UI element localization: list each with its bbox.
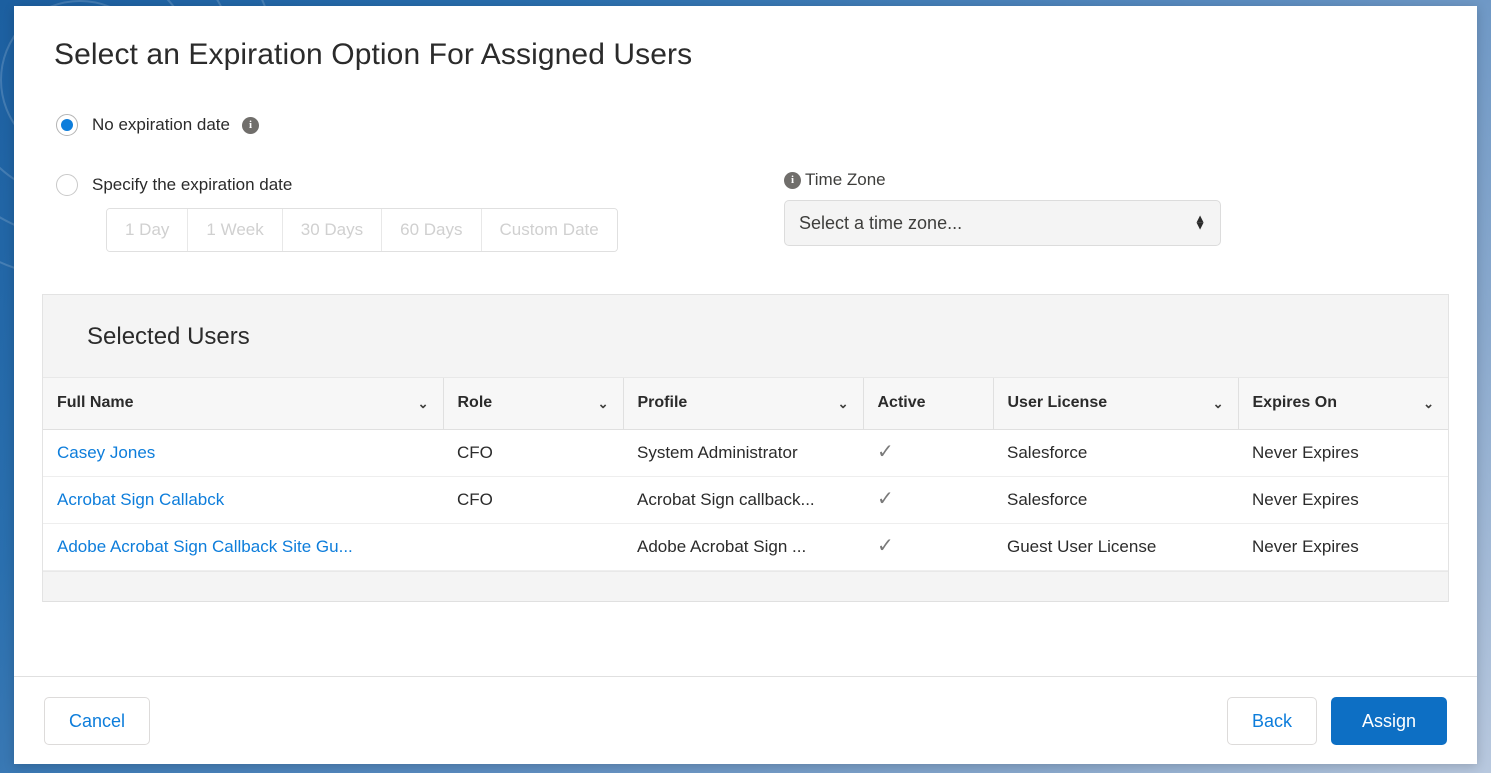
user-link[interactable]: Casey Jones: [57, 443, 155, 462]
column-header-full-name[interactable]: Full Name ⌄: [43, 378, 444, 430]
column-label: Expires On: [1252, 394, 1337, 412]
radio-option-specify-date[interactable]: Specify the expiration date: [56, 170, 1457, 200]
table-header-row: Full Name ⌄ Role ⌄ Profile ⌄ Active User…: [43, 378, 1448, 430]
preset-1-week[interactable]: 1 Week: [188, 209, 283, 251]
footer-right-actions: Back Assign: [1226, 696, 1447, 745]
preset-30-days[interactable]: 30 Days: [282, 209, 383, 251]
cell-expires-on: Never Expires: [1238, 476, 1448, 524]
cell-expires-on: Never Expires: [1238, 429, 1448, 477]
assign-button[interactable]: Assign: [1330, 696, 1447, 745]
cell-full-name: Acrobat Sign Callabck: [43, 476, 443, 524]
chevron-down-icon[interactable]: ⌄: [1423, 397, 1434, 410]
stepper-arrows-icon: ▲ ▼: [1194, 212, 1206, 233]
radio-no-expiration-input[interactable]: [56, 114, 78, 136]
cell-role: [443, 523, 623, 571]
cell-full-name: Casey Jones: [43, 429, 443, 477]
check-icon: ✓: [877, 441, 894, 463]
page-title: Select an Expiration Option For Assigned…: [54, 38, 693, 71]
column-header-expires-on[interactable]: Expires On ⌄: [1238, 378, 1448, 430]
column-label: Role: [457, 394, 493, 412]
column-label: Full Name: [57, 394, 134, 412]
info-icon-no-expiration[interactable]: i: [241, 116, 259, 134]
radio-specify-date-label: Specify the expiration date: [92, 175, 293, 194]
column-header-user-license[interactable]: User License ⌄: [993, 378, 1239, 430]
timezone-block: i Time Zone Select a time zone... ▲ ▼: [784, 170, 1224, 246]
cell-full-name: Adobe Acrobat Sign Callback Site Gu...: [43, 523, 443, 571]
chevron-down-icon[interactable]: ⌄: [418, 397, 429, 410]
cell-active: ✓: [863, 476, 993, 524]
selected-users-title: Selected Users: [87, 323, 250, 350]
caret-down-icon: ▼: [1194, 219, 1206, 233]
radio-option-no-expiration[interactable]: No expiration date i: [56, 110, 1457, 140]
timezone-label-row: i Time Zone: [784, 170, 1224, 190]
selected-users-table: Full Name ⌄ Role ⌄ Profile ⌄ Active User…: [43, 378, 1448, 571]
expiration-radio-group: No expiration date i Specify the expirat…: [56, 110, 1457, 200]
user-link[interactable]: Adobe Acrobat Sign Callback Site Gu...: [57, 537, 353, 556]
check-icon: ✓: [877, 535, 894, 557]
chevron-down-icon[interactable]: ⌄: [598, 397, 609, 410]
table-row: Acrobat Sign Callabck CFO Acrobat Sign c…: [43, 476, 1448, 524]
cell-profile: Adobe Acrobat Sign ...: [623, 523, 863, 571]
selected-users-panel: Selected Users Full Name ⌄ Role ⌄ Profil…: [42, 294, 1449, 602]
modal-footer: Cancel Back Assign: [14, 676, 1477, 764]
table-footer-strip: [43, 570, 1448, 602]
info-icon-timezone[interactable]: i: [784, 171, 801, 189]
table-row: Adobe Acrobat Sign Callback Site Gu... A…: [43, 523, 1448, 571]
preset-60-days[interactable]: 60 Days: [382, 209, 482, 251]
radio-dot: [61, 179, 73, 191]
preset-custom-date[interactable]: Custom Date: [481, 209, 617, 251]
user-link[interactable]: Acrobat Sign Callabck: [57, 490, 224, 509]
cell-role: CFO: [443, 476, 623, 524]
preset-1-day[interactable]: 1 Day: [107, 209, 189, 251]
radio-dot: [61, 119, 73, 131]
timezone-label: Time Zone: [805, 170, 886, 189]
cell-active: ✓: [863, 429, 993, 477]
cell-active: ✓: [863, 523, 993, 571]
back-button[interactable]: Back: [1226, 696, 1317, 745]
timezone-select[interactable]: Select a time zone... ▲ ▼: [784, 200, 1221, 246]
cell-user-license: Guest User License: [993, 523, 1238, 571]
cell-expires-on: Never Expires: [1238, 523, 1448, 571]
timezone-select-value: Select a time zone...: [799, 212, 963, 233]
cancel-button[interactable]: Cancel: [44, 696, 151, 745]
column-label: User License: [1007, 394, 1108, 412]
column-header-role[interactable]: Role ⌄: [443, 378, 624, 430]
expiration-controls-row: 1 Day 1 Week 30 Days 60 Days Custom Date…: [34, 170, 1457, 252]
column-label: Profile: [637, 394, 688, 412]
cell-user-license: Salesforce: [993, 429, 1238, 477]
selected-users-header: Selected Users: [43, 295, 1448, 378]
chevron-down-icon[interactable]: ⌄: [1213, 397, 1224, 410]
chevron-down-icon[interactable]: ⌄: [838, 397, 849, 410]
column-label: Active: [877, 394, 926, 412]
cell-user-license: Salesforce: [993, 476, 1238, 524]
expiration-modal: Select an Expiration Option For Assigned…: [14, 6, 1477, 764]
expiration-preset-group: 1 Day 1 Week 30 Days 60 Days Custom Date: [106, 208, 618, 252]
cell-profile: Acrobat Sign callback...: [623, 476, 863, 524]
cell-role: CFO: [443, 429, 623, 477]
column-header-profile[interactable]: Profile ⌄: [623, 378, 864, 430]
check-icon: ✓: [877, 488, 894, 510]
modal-body: Select an Expiration Option For Assigned…: [14, 6, 1477, 676]
radio-no-expiration-label: No expiration date: [92, 115, 230, 134]
cell-profile: System Administrator: [623, 429, 863, 477]
radio-specify-date-input[interactable]: [56, 174, 78, 196]
column-header-active[interactable]: Active: [863, 378, 994, 430]
table-row: Casey Jones CFO System Administrator ✓ S…: [43, 429, 1448, 477]
